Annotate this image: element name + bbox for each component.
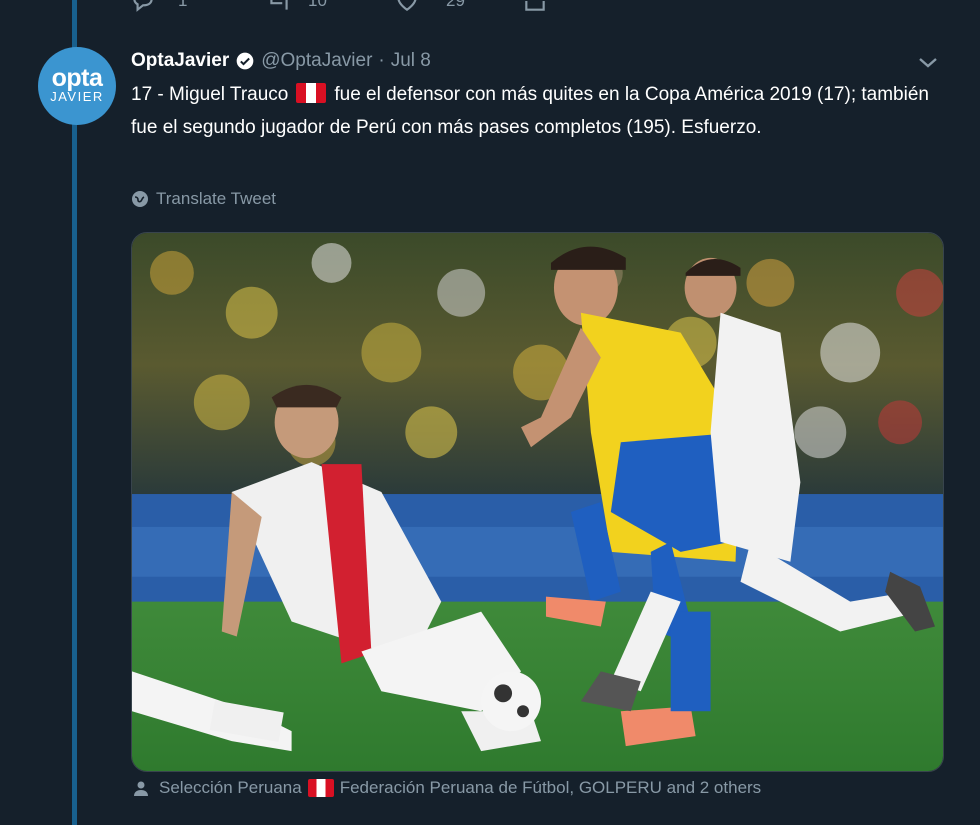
avatar-logo-text: opta	[51, 64, 103, 92]
tweet-text-part1: 17 - Miguel Trauco	[131, 84, 289, 105]
verified-badge-icon	[236, 52, 254, 70]
tweet-photo[interactable]	[131, 232, 944, 772]
tweet-header: OptaJavier @OptaJavier · Jul 8	[131, 48, 431, 74]
share-icon	[525, 1, 545, 11]
tagged-users[interactable]: Selección Peruana Federación Peruana de F…	[131, 778, 761, 798]
separator-dot: ·	[378, 50, 385, 71]
tweet-text: 17 - Miguel Trauco fue el defensor con má…	[131, 78, 931, 144]
football-match-photo	[132, 233, 943, 771]
like-icon	[397, 0, 417, 11]
peru-flag-icon	[296, 83, 327, 103]
translate-tweet-link[interactable]: Translate Tweet	[131, 189, 276, 209]
peru-flag-icon	[307, 779, 334, 797]
display-name[interactable]: OptaJavier	[131, 50, 229, 72]
person-icon	[134, 781, 148, 796]
reply-count: 1	[178, 0, 188, 10]
globe-icon	[132, 191, 148, 207]
like-action[interactable]: 29	[394, 0, 465, 14]
retweet-icon	[270, 0, 288, 10]
chevron-down-icon[interactable]	[915, 52, 941, 72]
reply-icon	[133, 0, 153, 12]
tagged-user-2[interactable]: Federación Peruana de Fútbol, GOLPERU an…	[340, 778, 761, 798]
tweet-date[interactable]: Jul 8	[391, 50, 431, 72]
like-count: 29	[446, 0, 465, 10]
tagged-user-1[interactable]: Selección Peruana	[159, 778, 302, 798]
retweet-action[interactable]: 10	[266, 0, 327, 14]
avatar[interactable]: opta JAVIER	[38, 47, 116, 125]
translate-label: Translate Tweet	[156, 189, 277, 208]
avatar-logo-subtext: JAVIER	[50, 89, 104, 104]
reply-action[interactable]: 1	[130, 0, 187, 14]
user-handle[interactable]: @OptaJavier	[261, 50, 372, 72]
retweet-count: 10	[308, 0, 327, 10]
share-action[interactable]	[522, 0, 548, 14]
